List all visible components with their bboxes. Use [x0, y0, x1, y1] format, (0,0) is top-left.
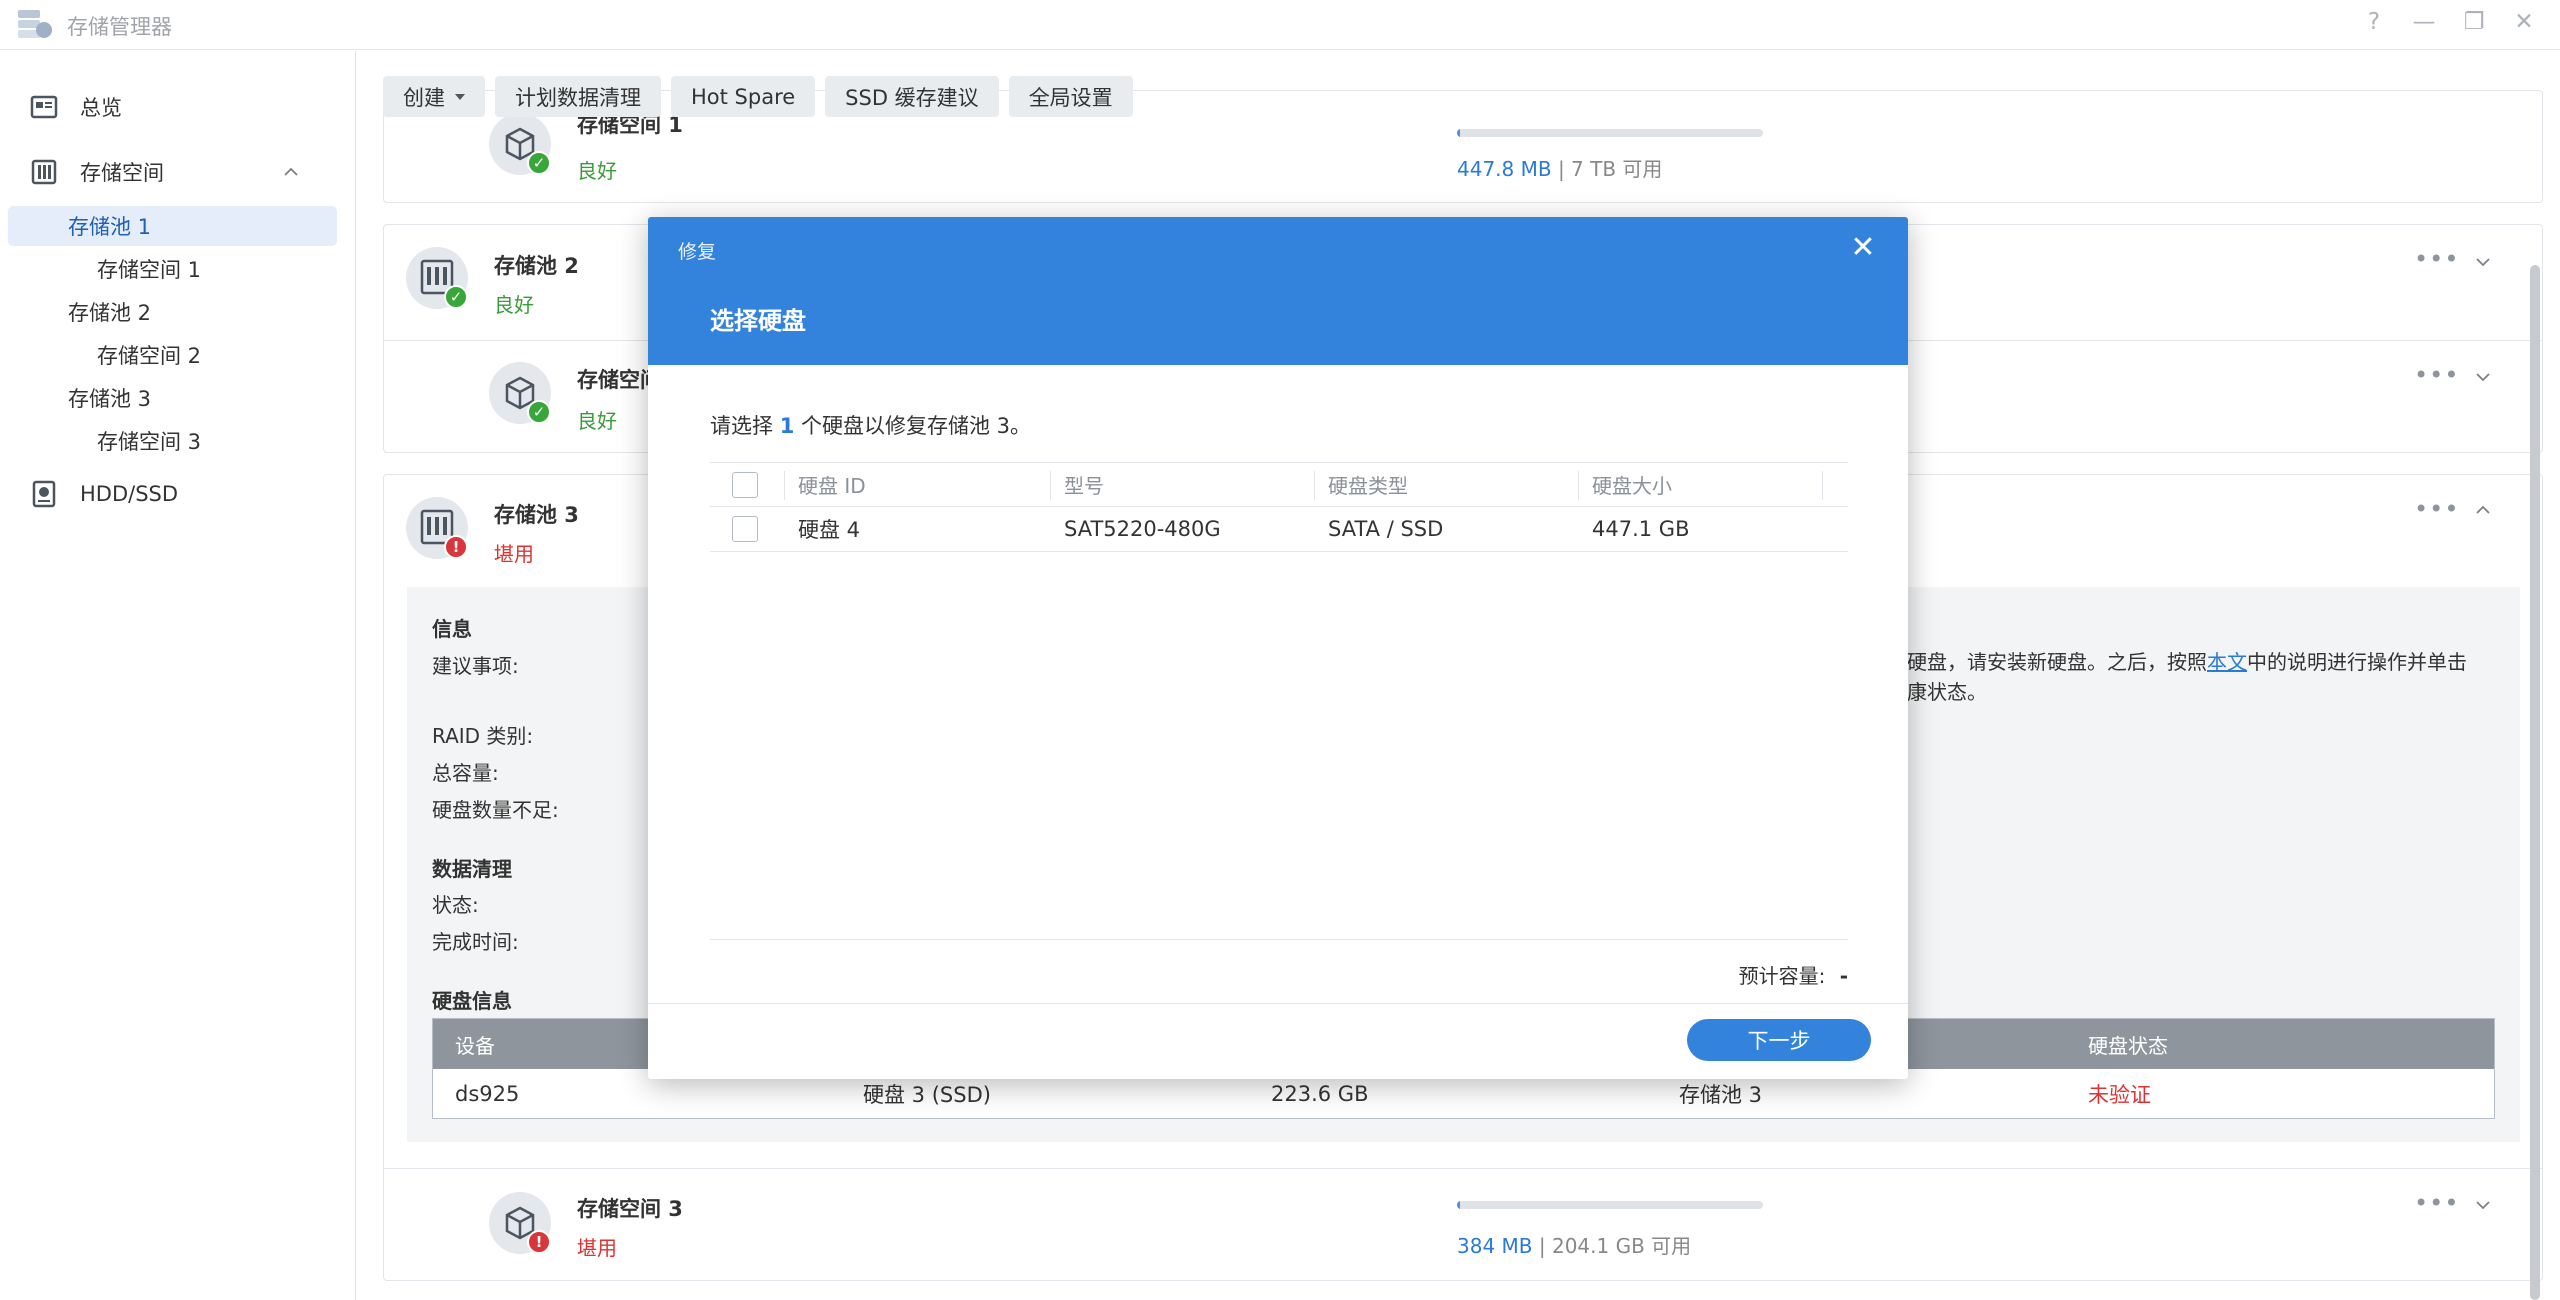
next-button[interactable]: 下一步 — [1687, 1019, 1871, 1061]
column-divider — [1578, 471, 1579, 500]
dialog-small-title: 修复 — [678, 241, 717, 263]
column-divider — [784, 471, 785, 500]
table-row[interactable]: 硬盘 4 SAT5220-480G SATA / SSD 447.1 GB — [710, 507, 1848, 552]
dialog-title: 选择硬盘 — [710, 307, 806, 335]
cell-disk-size: 447.1 GB — [1592, 517, 1690, 541]
cell-disk-type: SATA / SSD — [1328, 517, 1444, 541]
column-divider — [1050, 471, 1051, 500]
cell-disk-id: 硬盘 4 — [798, 518, 861, 542]
estimated-capacity-value: - — [1839, 964, 1848, 988]
estimated-capacity: 预计容量: - — [1739, 960, 1848, 989]
estimated-capacity-label: 预计容量: — [1738, 964, 1826, 988]
divider — [648, 1003, 1908, 1004]
column-disk-size[interactable]: 硬盘大小 — [1592, 463, 1672, 506]
table-header: 硬盘 ID 型号 硬盘类型 硬盘大小 — [710, 462, 1848, 507]
column-divider — [1822, 471, 1823, 500]
close-icon[interactable]: ✕ — [1848, 233, 1878, 263]
column-model[interactable]: 型号 — [1064, 463, 1104, 506]
column-disk-type[interactable]: 硬盘类型 — [1328, 463, 1408, 506]
prompt-count: 1 — [779, 414, 795, 438]
prompt-text: 请选择 — [710, 414, 773, 438]
dialog-header: 修复 选择硬盘 ✕ — [648, 217, 1908, 365]
disk-select-table: 硬盘 ID 型号 硬盘类型 硬盘大小 硬盘 4 SAT5220-480G SAT… — [710, 462, 1848, 552]
divider — [710, 939, 1848, 940]
repair-dialog: 修复 选择硬盘 ✕ 请选择 1 个硬盘以修复存储池 3。 硬盘 ID 型号 硬盘… — [648, 217, 1908, 1079]
dialog-prompt: 请选择 1 个硬盘以修复存储池 3。 — [710, 410, 1031, 440]
column-disk-id[interactable]: 硬盘 ID — [798, 463, 866, 506]
cell-model: SAT5220-480G — [1064, 517, 1221, 541]
select-all-checkbox[interactable] — [732, 471, 758, 498]
column-divider — [1314, 471, 1315, 500]
prompt-text: 个硬盘以修复存储池 3。 — [801, 414, 1032, 438]
disk-checkbox[interactable] — [732, 516, 758, 542]
